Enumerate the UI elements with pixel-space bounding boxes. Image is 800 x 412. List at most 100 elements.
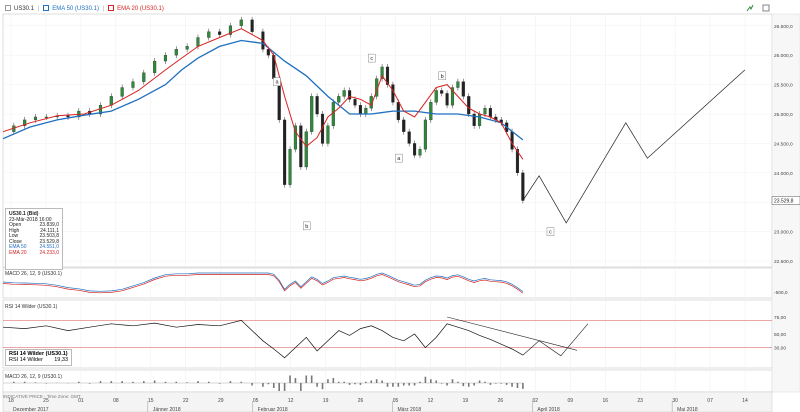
candle-body — [337, 96, 341, 103]
footer-note: INDICATIVE PRICE · Time Zone: GMT — [3, 394, 81, 399]
candle-body — [353, 99, 357, 106]
macd2-title: MACD 26, 12, 9 (US30.1) — [5, 374, 62, 380]
date-tick-label: 22 — [183, 398, 189, 404]
macd2-bar — [310, 375, 313, 383]
macd2-bar — [462, 383, 465, 387]
candle-body — [461, 81, 465, 97]
candle-body — [358, 105, 362, 115]
price-tick-label: 26.000,0 — [774, 53, 793, 59]
candle-body — [434, 90, 438, 103]
macd2-bar — [430, 379, 432, 383]
macd2-bar — [110, 381, 113, 383]
date-tick-label: 02 — [533, 398, 539, 404]
candle-body — [299, 125, 303, 168]
candle-body — [207, 31, 211, 38]
price-tick-label: 25.500,0 — [774, 83, 793, 89]
candle-body — [163, 55, 168, 62]
macd2-bar — [386, 383, 389, 387]
macd2-bar — [321, 383, 324, 390]
macd2-bar — [305, 375, 308, 383]
price-tick-label: 26.500,0 — [774, 24, 793, 30]
macd2-bar — [381, 380, 383, 383]
price-badge: 23.529,8 — [774, 199, 794, 205]
candle-body — [402, 119, 406, 132]
candle-body — [445, 93, 449, 106]
macd2-bar — [175, 381, 178, 383]
candle-body — [342, 90, 346, 97]
candle-body — [120, 87, 124, 97]
macd-panel-1 — [2, 267, 773, 299]
candle-body — [478, 113, 482, 126]
date-tick-label: 30 — [672, 398, 678, 404]
candle-body — [174, 49, 178, 56]
month-label: Jänner 2018 — [153, 407, 181, 412]
chart-window: US30.1 | EMA 50 (US30.1) | EMA 20 (US30.1)… — [0, 0, 800, 412]
macd2-bar — [370, 380, 373, 383]
candle-body — [131, 81, 135, 88]
macd2-bar — [186, 382, 188, 383]
macd2-bar — [440, 383, 443, 384]
macd2-bar — [294, 378, 297, 383]
candle-body — [250, 19, 254, 32]
date-tick-label: 12 — [428, 398, 434, 404]
month-label: Dezember 2017 — [13, 407, 49, 412]
macd-panel-2 — [2, 369, 773, 393]
macd2-bar — [365, 381, 367, 383]
macd2-bar — [153, 380, 156, 383]
macd2-bar — [88, 383, 91, 384]
macd2-bar — [262, 383, 264, 387]
macd2-bar — [34, 382, 37, 383]
candle-body — [44, 116, 48, 118]
price-tick-label: 24.000,0 — [774, 171, 793, 177]
macd2-bar — [337, 381, 340, 383]
wave-label: c — [370, 56, 373, 62]
macd2-bar — [489, 383, 492, 385]
macd2-bar — [283, 383, 286, 391]
candle-body — [364, 107, 368, 115]
month-label: April 2018 — [537, 407, 560, 412]
rsi-info-box: RSI 14 Wilder (US30.1) RSI 14 Wilder 19,3… — [5, 349, 72, 366]
macd2-bar — [164, 381, 167, 383]
macd2-bar — [289, 375, 291, 383]
macd2-bar — [446, 383, 448, 386]
rsi-tick-label: 30,00 — [774, 346, 786, 352]
macd2-bar — [484, 381, 486, 383]
macd2-bar — [408, 383, 410, 386]
date-tick-label: 14 — [742, 398, 748, 404]
macd2-bar — [495, 383, 497, 384]
info-row-ema20: EMA 20 24.233,0 — [9, 249, 59, 256]
macd2-bar — [500, 383, 503, 384]
rsi-tick-label: 75,00 — [774, 315, 786, 321]
price-tick-label: 23.000,0 — [774, 230, 793, 236]
candle-body — [326, 125, 330, 144]
macd2-bar — [267, 383, 270, 385]
date-tick-label: 19 — [323, 398, 329, 404]
macd2-bar — [473, 383, 475, 386]
macd2-bar — [316, 383, 318, 387]
candle-body — [418, 149, 422, 156]
macd2-bar — [99, 381, 102, 383]
macd2-bar — [343, 381, 345, 383]
candle-body — [521, 172, 525, 201]
candle-body — [407, 131, 411, 144]
candle-body — [304, 131, 308, 168]
month-label: Februar 2018 — [258, 407, 288, 412]
macd2-bar — [143, 381, 145, 383]
macd2-bar — [505, 383, 508, 385]
macd2-bar — [278, 383, 280, 391]
date-tick-label: 23 — [637, 398, 643, 404]
macd2-bar — [13, 381, 15, 383]
macd2-bar — [451, 379, 454, 383]
macd2-bar — [121, 381, 123, 383]
macd2-bar — [229, 381, 232, 383]
macd2-bar — [300, 383, 302, 391]
candle-body — [283, 119, 287, 185]
wave-label: c — [549, 230, 552, 236]
date-tick-label: 07 — [707, 398, 713, 404]
candle-body — [218, 31, 222, 35]
macd2-bar — [45, 383, 48, 384]
macd2-bar — [23, 381, 26, 383]
rsi-box-row: RSI 14 Wilder 19,33 — [9, 357, 68, 363]
macd2-bar — [327, 379, 329, 383]
candle-body — [483, 107, 487, 115]
